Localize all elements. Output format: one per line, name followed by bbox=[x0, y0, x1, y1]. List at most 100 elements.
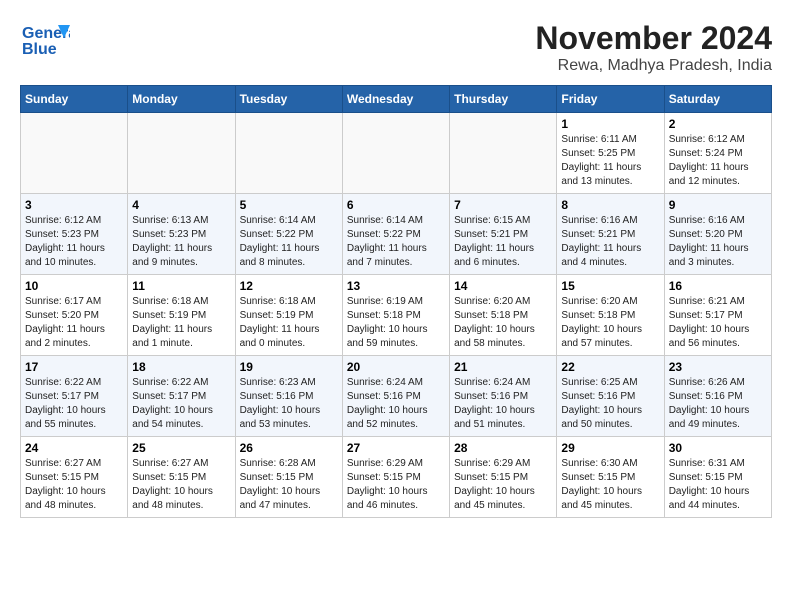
location: Rewa, Madhya Pradesh, India bbox=[535, 57, 772, 75]
calendar-cell: 3 Sunrise: 6:12 AMSunset: 5:23 PMDaylight… bbox=[21, 194, 128, 275]
calendar-cell: 29 Sunrise: 6:30 AMSunset: 5:15 PMDayligh… bbox=[557, 437, 664, 518]
calendar-cell: 25Sunrise: 6:27 AMSunset: 5:15 PMDayligh… bbox=[128, 437, 235, 518]
calendar-week-4: 17 Sunrise: 6:22 AMSunset: 5:17 PMDayligh… bbox=[21, 356, 772, 437]
day-number: 24 bbox=[25, 441, 123, 455]
day-number: 29 bbox=[561, 441, 659, 455]
day-info: Sunrise: 6:12 AMSunset: 5:24 PMDaylight:… bbox=[669, 133, 767, 189]
day-number: 26 bbox=[240, 441, 338, 455]
day-info: Sunrise: 6:27 AMSunset: 5:15 PMDaylight:… bbox=[132, 457, 230, 513]
calendar-cell: 17Sunrise: 6:22 AMSunset: 5:17 PMDayligh… bbox=[21, 356, 128, 437]
calendar-cell: 1 Sunrise: 6:11 AMSunset: 5:25 PMDaylight… bbox=[557, 113, 664, 194]
day-info: Sunrise: 6:30 AMSunset: 5:15 PMDaylight:… bbox=[561, 457, 659, 513]
day-header-wednesday: Wednesday bbox=[342, 86, 449, 113]
day-info: Sunrise: 6:25 AMSunset: 5:16 PMDaylight:… bbox=[561, 376, 659, 432]
day-info: Sunrise: 6:29 AMSunset: 5:15 PMDaylight:… bbox=[347, 457, 445, 513]
calendar-cell bbox=[128, 113, 235, 194]
day-header-sunday: Sunday bbox=[21, 86, 128, 113]
day-info: Sunrise: 6:18 AMSunset: 5:19 PMDaylight:… bbox=[240, 295, 338, 351]
day-info: Sunrise: 6:12 AMSunset: 5:23 PMDaylight:… bbox=[25, 214, 123, 270]
day-number: 14 bbox=[454, 279, 552, 293]
day-info: Sunrise: 6:16 AMSunset: 5:20 PMDaylight:… bbox=[669, 214, 767, 270]
day-number: 18 bbox=[132, 360, 230, 374]
day-info: Sunrise: 6:29 AMSunset: 5:15 PMDaylight:… bbox=[454, 457, 552, 513]
calendar-week-5: 24 Sunrise: 6:27 AMSunset: 5:15 PMDayligh… bbox=[21, 437, 772, 518]
calendar-cell: 4 Sunrise: 6:13 AMSunset: 5:23 PMDaylight… bbox=[128, 194, 235, 275]
calendar-cell bbox=[342, 113, 449, 194]
calendar-cell: 18 Sunrise: 6:22 AMSunset: 5:17 PMDayligh… bbox=[128, 356, 235, 437]
calendar-cell: 11 Sunrise: 6:18 AMSunset: 5:19 PMDayligh… bbox=[128, 275, 235, 356]
day-number: 5 bbox=[240, 198, 338, 212]
day-number: 28 bbox=[454, 441, 552, 455]
calendar-cell: 15 Sunrise: 6:20 AMSunset: 5:18 PMDayligh… bbox=[557, 275, 664, 356]
day-number: 15 bbox=[561, 279, 659, 293]
day-info: Sunrise: 6:20 AMSunset: 5:18 PMDaylight:… bbox=[454, 295, 552, 351]
day-info: Sunrise: 6:11 AMSunset: 5:25 PMDaylight:… bbox=[561, 133, 659, 189]
day-header-thursday: Thursday bbox=[450, 86, 557, 113]
day-number: 17 bbox=[25, 360, 123, 374]
day-number: 4 bbox=[132, 198, 230, 212]
day-info: Sunrise: 6:14 AMSunset: 5:22 PMDaylight:… bbox=[347, 214, 445, 270]
day-number: 3 bbox=[25, 198, 123, 212]
day-number: 1 bbox=[561, 117, 659, 131]
calendar-cell: 20 Sunrise: 6:24 AMSunset: 5:16 PMDayligh… bbox=[342, 356, 449, 437]
day-info: Sunrise: 6:16 AMSunset: 5:21 PMDaylight:… bbox=[561, 214, 659, 270]
day-number: 10 bbox=[25, 279, 123, 293]
calendar-cell: 26 Sunrise: 6:28 AMSunset: 5:15 PMDayligh… bbox=[235, 437, 342, 518]
day-info: Sunrise: 6:13 AMSunset: 5:23 PMDaylight:… bbox=[132, 214, 230, 270]
calendar-cell: 19Sunrise: 6:23 AMSunset: 5:16 PMDayligh… bbox=[235, 356, 342, 437]
day-info: Sunrise: 6:20 AMSunset: 5:18 PMDaylight:… bbox=[561, 295, 659, 351]
day-number: 23 bbox=[669, 360, 767, 374]
day-number: 11 bbox=[132, 279, 230, 293]
calendar-week-3: 10Sunrise: 6:17 AMSunset: 5:20 PMDayligh… bbox=[21, 275, 772, 356]
header: General Blue November 2024 Rewa, Madhya … bbox=[20, 20, 772, 75]
day-info: Sunrise: 6:26 AMSunset: 5:16 PMDaylight:… bbox=[669, 376, 767, 432]
title-area: November 2024 Rewa, Madhya Pradesh, Indi… bbox=[535, 20, 772, 75]
calendar-header-row: SundayMondayTuesdayWednesdayThursdayFrid… bbox=[21, 86, 772, 113]
calendar-cell: 6 Sunrise: 6:14 AMSunset: 5:22 PMDaylight… bbox=[342, 194, 449, 275]
day-info: Sunrise: 6:21 AMSunset: 5:17 PMDaylight:… bbox=[669, 295, 767, 351]
day-number: 21 bbox=[454, 360, 552, 374]
calendar-cell: 30 Sunrise: 6:31 AMSunset: 5:15 PMDayligh… bbox=[664, 437, 771, 518]
calendar-cell: 12Sunrise: 6:18 AMSunset: 5:19 PMDayligh… bbox=[235, 275, 342, 356]
day-info: Sunrise: 6:24 AMSunset: 5:16 PMDaylight:… bbox=[347, 376, 445, 432]
day-info: Sunrise: 6:19 AMSunset: 5:18 PMDaylight:… bbox=[347, 295, 445, 351]
day-number: 13 bbox=[347, 279, 445, 293]
calendar-week-2: 3 Sunrise: 6:12 AMSunset: 5:23 PMDaylight… bbox=[21, 194, 772, 275]
calendar: SundayMondayTuesdayWednesdayThursdayFrid… bbox=[20, 85, 772, 518]
calendar-week-1: 1 Sunrise: 6:11 AMSunset: 5:25 PMDaylight… bbox=[21, 113, 772, 194]
day-info: Sunrise: 6:18 AMSunset: 5:19 PMDaylight:… bbox=[132, 295, 230, 351]
svg-text:Blue: Blue bbox=[22, 41, 57, 58]
day-info: Sunrise: 6:15 AMSunset: 5:21 PMDaylight:… bbox=[454, 214, 552, 270]
day-number: 6 bbox=[347, 198, 445, 212]
day-number: 20 bbox=[347, 360, 445, 374]
day-info: Sunrise: 6:27 AMSunset: 5:15 PMDaylight:… bbox=[25, 457, 123, 513]
calendar-cell: 10Sunrise: 6:17 AMSunset: 5:20 PMDayligh… bbox=[21, 275, 128, 356]
day-number: 8 bbox=[561, 198, 659, 212]
calendar-cell: 24 Sunrise: 6:27 AMSunset: 5:15 PMDayligh… bbox=[21, 437, 128, 518]
day-info: Sunrise: 6:24 AMSunset: 5:16 PMDaylight:… bbox=[454, 376, 552, 432]
day-number: 27 bbox=[347, 441, 445, 455]
day-info: Sunrise: 6:23 AMSunset: 5:16 PMDaylight:… bbox=[240, 376, 338, 432]
calendar-cell: 28 Sunrise: 6:29 AMSunset: 5:15 PMDayligh… bbox=[450, 437, 557, 518]
calendar-cell: 21 Sunrise: 6:24 AMSunset: 5:16 PMDayligh… bbox=[450, 356, 557, 437]
day-number: 2 bbox=[669, 117, 767, 131]
calendar-cell: 16 Sunrise: 6:21 AMSunset: 5:17 PMDayligh… bbox=[664, 275, 771, 356]
day-info: Sunrise: 6:31 AMSunset: 5:15 PMDaylight:… bbox=[669, 457, 767, 513]
month-title: November 2024 bbox=[535, 20, 772, 57]
day-header-tuesday: Tuesday bbox=[235, 86, 342, 113]
day-info: Sunrise: 6:28 AMSunset: 5:15 PMDaylight:… bbox=[240, 457, 338, 513]
calendar-cell: 7 Sunrise: 6:15 AMSunset: 5:21 PMDaylight… bbox=[450, 194, 557, 275]
calendar-cell: 13 Sunrise: 6:19 AMSunset: 5:18 PMDayligh… bbox=[342, 275, 449, 356]
day-info: Sunrise: 6:22 AMSunset: 5:17 PMDaylight:… bbox=[132, 376, 230, 432]
day-number: 9 bbox=[669, 198, 767, 212]
day-info: Sunrise: 6:14 AMSunset: 5:22 PMDaylight:… bbox=[240, 214, 338, 270]
day-header-monday: Monday bbox=[128, 86, 235, 113]
day-number: 30 bbox=[669, 441, 767, 455]
calendar-cell: 5 Sunrise: 6:14 AMSunset: 5:22 PMDaylight… bbox=[235, 194, 342, 275]
day-number: 7 bbox=[454, 198, 552, 212]
calendar-cell: 23 Sunrise: 6:26 AMSunset: 5:16 PMDayligh… bbox=[664, 356, 771, 437]
calendar-cell: 2 Sunrise: 6:12 AMSunset: 5:24 PMDaylight… bbox=[664, 113, 771, 194]
calendar-cell bbox=[235, 113, 342, 194]
calendar-cell: 9 Sunrise: 6:16 AMSunset: 5:20 PMDaylight… bbox=[664, 194, 771, 275]
day-number: 16 bbox=[669, 279, 767, 293]
